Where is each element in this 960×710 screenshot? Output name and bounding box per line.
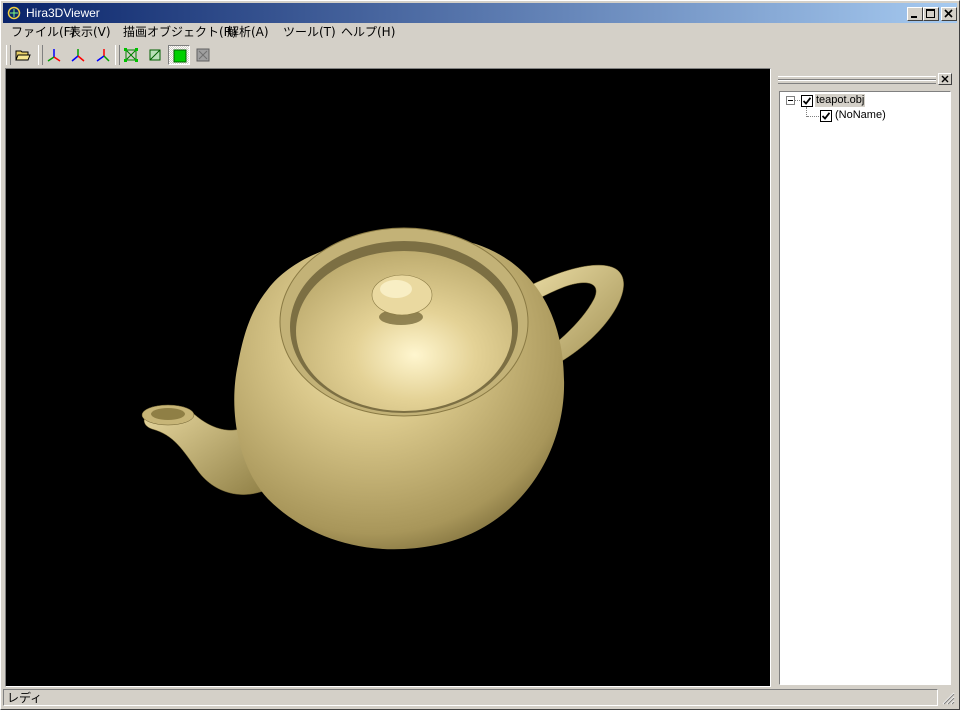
toolbar xyxy=(3,43,957,67)
maximize-icon xyxy=(926,9,935,18)
view-xy-button[interactable] xyxy=(43,45,65,65)
wireframe-icon xyxy=(124,48,138,62)
panel-splitter[interactable] xyxy=(771,68,775,685)
tree-root-label[interactable]: teapot.obj xyxy=(815,94,866,107)
toolbar-grip[interactable] xyxy=(6,45,11,65)
status-text: レディ xyxy=(7,691,43,705)
status-bar: レディ xyxy=(3,688,957,707)
maximize-button[interactable] xyxy=(923,7,939,21)
window-title: Hira3DViewer xyxy=(26,6,100,20)
tree-root-checkbox[interactable] xyxy=(801,95,813,107)
axis-yz-icon xyxy=(71,49,85,62)
title-bar[interactable]: Hira3DViewer xyxy=(3,3,957,23)
app-icon xyxy=(7,6,21,20)
axis-zx-icon xyxy=(96,49,110,62)
minimize-button[interactable] xyxy=(907,7,923,21)
panel-grip[interactable] xyxy=(778,80,936,84)
3d-viewport[interactable] xyxy=(5,68,771,687)
object-tree-panel: teapot.obj (NoName) xyxy=(776,69,957,685)
edges-icon xyxy=(149,49,161,61)
axis-xy-icon xyxy=(47,49,61,62)
textured-icon xyxy=(196,48,210,62)
resize-grip-icon[interactable] xyxy=(941,691,955,705)
open-folder-icon xyxy=(15,50,31,61)
close-button[interactable] xyxy=(941,7,957,21)
panel-close-button[interactable] xyxy=(938,73,952,85)
tree-connector xyxy=(807,116,819,117)
menu-analysis[interactable]: 解析(A) xyxy=(223,24,273,40)
open-button[interactable] xyxy=(12,45,34,65)
checkmark-icon xyxy=(803,97,811,105)
view-yz-button[interactable] xyxy=(67,45,89,65)
checkmark-icon xyxy=(822,112,830,120)
menu-view[interactable]: 表示(V) xyxy=(65,24,115,40)
menu-tools[interactable]: ツール(T) xyxy=(279,24,340,40)
textured-button[interactable] xyxy=(192,45,214,65)
tree-child-checkbox[interactable] xyxy=(820,110,832,122)
object-tree[interactable]: teapot.obj (NoName) xyxy=(779,91,951,685)
wireframe-button[interactable] xyxy=(120,45,142,65)
minimize-icon xyxy=(911,16,917,18)
edges-button[interactable] xyxy=(144,45,166,65)
menu-bar: ファイル(F) 表示(V) 描画オブジェクト(R) 解析(A) ツール(T) ヘ… xyxy=(3,23,957,41)
solid-shading-button[interactable] xyxy=(168,45,190,65)
teapot-model xyxy=(141,227,624,550)
close-icon xyxy=(941,75,949,83)
panel-caption[interactable] xyxy=(776,71,957,85)
app-window: Hira3DViewer ファイル(F) 表示(V) 描画オブジェクト(R) 解… xyxy=(0,0,960,710)
status-pane: レディ xyxy=(3,689,938,706)
close-icon xyxy=(944,9,953,18)
menu-help[interactable]: ヘルプ(H) xyxy=(337,24,399,40)
tree-connector xyxy=(795,100,800,101)
tree-collapse-toggle[interactable] xyxy=(786,96,795,105)
view-zx-button[interactable] xyxy=(91,45,113,65)
tree-child-label[interactable]: (NoName) xyxy=(835,109,886,122)
solid-shading-icon xyxy=(173,49,187,63)
